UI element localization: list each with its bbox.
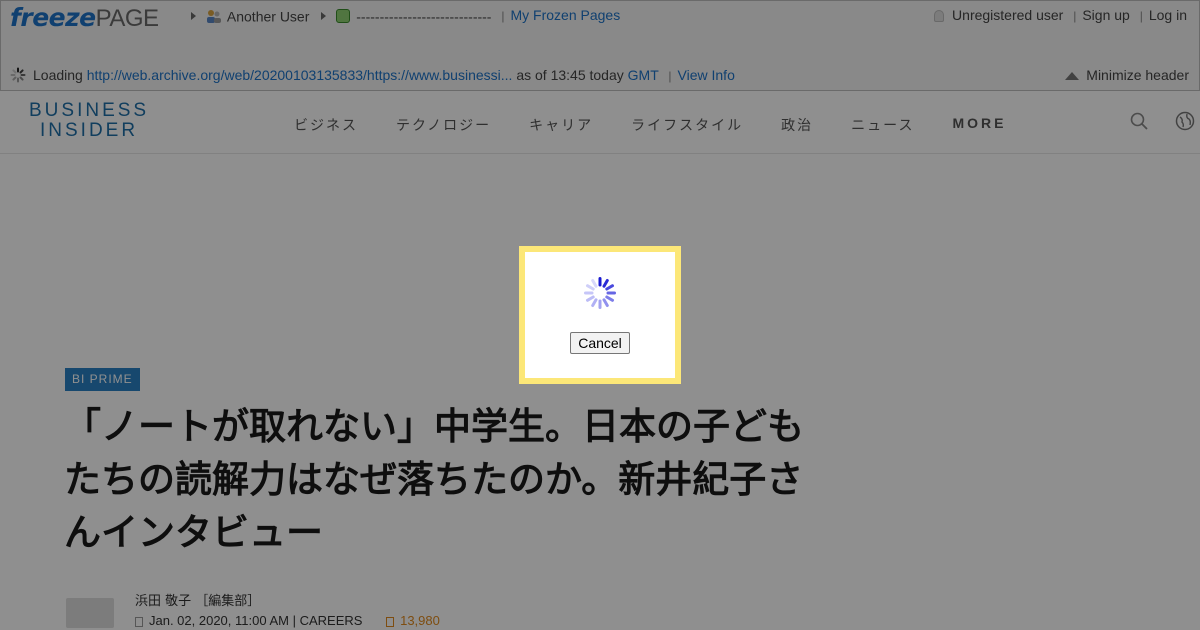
cancel-button[interactable]: Cancel bbox=[570, 332, 630, 354]
loading-spinner-icon bbox=[584, 277, 616, 309]
loading-dialog: Cancel bbox=[519, 246, 681, 384]
